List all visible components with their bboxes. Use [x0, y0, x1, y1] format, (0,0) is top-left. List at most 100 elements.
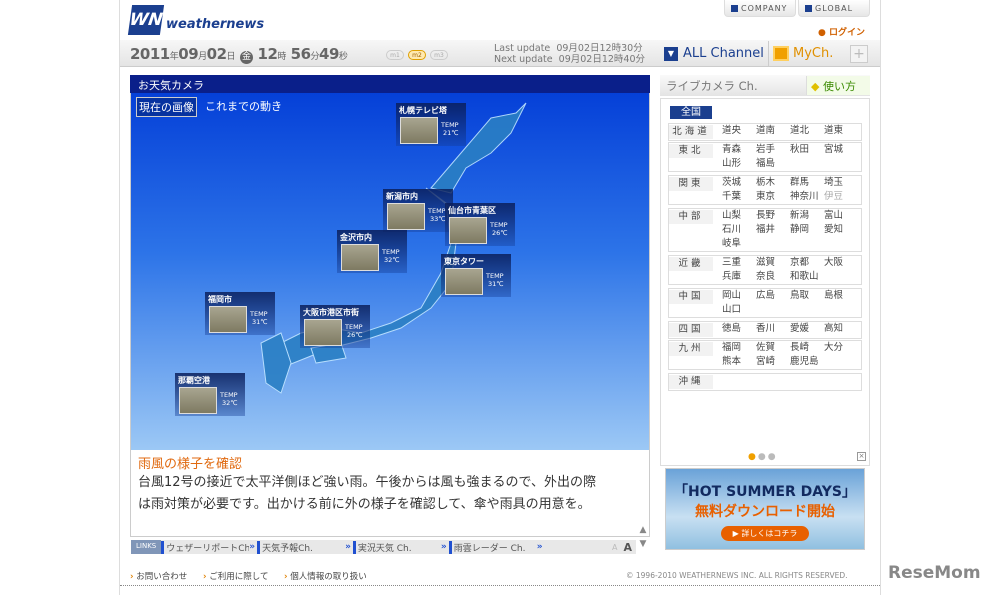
area-link[interactable]: 栃木	[756, 176, 790, 190]
region-name[interactable]: 沖縄	[669, 375, 713, 389]
link-forecast[interactable]: 天気予報Ch.	[257, 540, 345, 554]
camera-tokyo[interactable]: 東京タワー TEMP 31℃	[441, 254, 511, 297]
region-name[interactable]: 近畿	[669, 257, 713, 271]
mode-m1-button[interactable]: m1	[386, 50, 404, 60]
area-link[interactable]: 福岡	[722, 341, 756, 355]
area-link[interactable]: 福井	[756, 223, 790, 237]
area-link[interactable]: 道北	[790, 124, 824, 140]
all-channel-button[interactable]: ▼ ALL Channel	[660, 41, 766, 66]
area-link[interactable]: 愛媛	[790, 322, 824, 338]
area-link[interactable]: 岩手	[756, 143, 790, 157]
tab-history[interactable]: これまでの動き	[203, 97, 284, 117]
current-datetime: 2011年09月02日 金 12時 56分49秒	[130, 45, 348, 64]
area-link[interactable]: 大分	[824, 341, 858, 355]
area-link[interactable]: 佐賀	[756, 341, 790, 355]
area-link[interactable]: 石川	[722, 223, 756, 237]
region-name[interactable]: 東北	[669, 144, 713, 158]
region-name[interactable]: 北海道	[669, 125, 713, 139]
area-link[interactable]: 伊豆	[824, 190, 858, 204]
scroll-down-icon[interactable]: ▼	[636, 539, 650, 549]
font-large-button[interactable]: A	[623, 541, 632, 554]
logo[interactable]: WN weathernews	[127, 5, 264, 35]
footer-link-privacy[interactable]: › 個人情報の取り扱い	[284, 570, 367, 582]
area-link[interactable]: 岡山	[722, 289, 756, 303]
area-link[interactable]: 山形	[722, 157, 756, 171]
ad-banner[interactable]: 「HOT SUMMER DAYS」 無料ダウンロード開始 ▶ 詳しくはコチラ	[665, 468, 865, 550]
scroll-up-icon[interactable]: ▲	[636, 525, 650, 535]
link-weather-report[interactable]: ウェザーリポートCh.	[161, 540, 249, 554]
area-link[interactable]: 道南	[756, 124, 790, 140]
area-link[interactable]: 道央	[722, 124, 756, 140]
camera-niigata[interactable]: 新潟市内 TEMP 33℃	[383, 189, 453, 232]
area-link[interactable]: 静岡	[790, 223, 824, 237]
area-link[interactable]: 群馬	[790, 176, 824, 190]
area-link[interactable]: 新潟	[790, 209, 824, 223]
area-link[interactable]: 埼玉	[824, 176, 858, 190]
close-icon[interactable]: ×	[857, 452, 866, 461]
region-name[interactable]: 九州	[669, 342, 713, 356]
area-link[interactable]: 宮崎	[756, 355, 790, 369]
area-link[interactable]: 宮城	[824, 143, 858, 157]
area-link[interactable]: 高知	[824, 322, 858, 338]
area-link[interactable]: 神奈川	[790, 190, 824, 204]
area-link[interactable]: 山梨	[722, 209, 756, 223]
area-link[interactable]: 道東	[824, 124, 858, 140]
camera-thumbnail	[304, 319, 342, 346]
area-link[interactable]: 三重	[722, 256, 756, 270]
camera-sendai[interactable]: 仙台市青葉区 TEMP 26℃	[445, 203, 515, 246]
area-link[interactable]: 熊本	[722, 355, 756, 369]
add-channel-button[interactable]: +	[850, 45, 868, 63]
area-link[interactable]: 和歌山	[790, 270, 824, 284]
area-link[interactable]: 長崎	[790, 341, 824, 355]
camera-osaka[interactable]: 大阪市港区市街 TEMP 26℃	[300, 305, 370, 348]
area-link[interactable]: 奈良	[756, 270, 790, 284]
camera-fukuoka[interactable]: 福岡市 TEMP 31℃	[205, 292, 275, 335]
link-live-weather[interactable]: 実況天気 Ch.	[352, 540, 441, 554]
font-small-button[interactable]: A	[612, 543, 617, 552]
region-name[interactable]: 中国	[669, 290, 713, 304]
area-link[interactable]: 鹿児島	[790, 355, 824, 369]
region-name[interactable]: 中部	[669, 210, 713, 224]
ad-details-button[interactable]: ▶ 詳しくはコチラ	[720, 526, 810, 541]
mode-m2-button[interactable]: m2	[408, 50, 426, 60]
area-link[interactable]: 東京	[756, 190, 790, 204]
area-link[interactable]: 秋田	[790, 143, 824, 157]
area-link[interactable]: 徳島	[722, 322, 756, 338]
area-link[interactable]: 滋賀	[756, 256, 790, 270]
area-link[interactable]: 広島	[756, 289, 790, 303]
area-link[interactable]: 福島	[756, 157, 790, 171]
area-link[interactable]: 長野	[756, 209, 790, 223]
global-button[interactable]: GLOBAL	[798, 0, 870, 17]
area-link[interactable]: 千葉	[722, 190, 756, 204]
area-link[interactable]: 大阪	[824, 256, 858, 270]
tab-current-image[interactable]: 現在の画像	[136, 97, 197, 117]
camera-kanazawa[interactable]: 金沢市内 TEMP 32℃	[337, 230, 407, 273]
area-link[interactable]: 山口	[722, 303, 756, 317]
company-button[interactable]: COMPANY	[724, 0, 796, 17]
camera-sapporo[interactable]: 札幌テレビ塔 TEMP 21℃	[396, 103, 466, 146]
region-name[interactable]: 四国	[669, 323, 713, 337]
mode-m3-button[interactable]: m3	[430, 50, 448, 60]
area-link[interactable]: 京都	[790, 256, 824, 270]
region-all-button[interactable]: 全国	[670, 106, 712, 119]
area-link[interactable]: 島根	[824, 289, 858, 303]
link-rain-radar[interactable]: 雨雲レーダー Ch.	[448, 540, 537, 554]
area-link[interactable]: 鳥取	[790, 289, 824, 303]
footer-link-terms[interactable]: › ご利用に際して	[203, 570, 268, 582]
area-link[interactable]: 青森	[722, 143, 756, 157]
carousel-dots[interactable]: ●●●	[748, 452, 778, 462]
area-link[interactable]: 茨城	[722, 176, 756, 190]
login-link[interactable]: ● ログイン	[818, 25, 865, 38]
area-link[interactable]: 香川	[756, 322, 790, 338]
area-link[interactable]: 兵庫	[722, 270, 756, 284]
region-name[interactable]: 関東	[669, 177, 713, 191]
region-row: 四国 徳島 香川 愛媛 高知	[668, 321, 862, 339]
howto-button[interactable]: ◆ 使い方	[806, 76, 870, 95]
scroll-buttons[interactable]: ▲ ▼	[636, 525, 650, 549]
camera-naha[interactable]: 那覇空港 TEMP 32℃	[175, 373, 245, 416]
area-link[interactable]: 富山	[824, 209, 858, 223]
area-link[interactable]: 愛知	[824, 223, 858, 237]
footer-link-contact[interactable]: › お問い合わせ	[130, 570, 187, 582]
area-link[interactable]: 岐阜	[722, 237, 756, 251]
mych-button[interactable]: MyCh.	[768, 41, 848, 66]
